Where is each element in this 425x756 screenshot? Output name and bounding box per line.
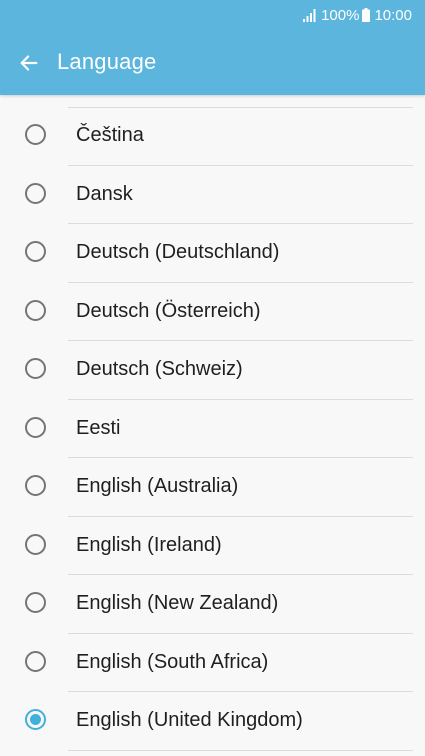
battery-percent: 100%	[321, 6, 360, 24]
list-divider	[68, 749, 413, 751]
radio-button[interactable]	[25, 416, 46, 438]
status-bar: 100% 10:00	[0, 0, 425, 30]
arrow-left-icon	[20, 55, 38, 71]
language-option[interactable]: English (Australia)	[0, 458, 425, 517]
language-label: English (Ireland)	[76, 533, 222, 556]
radio-button[interactable]	[25, 592, 46, 613]
top-bar: 100% 10:00 Language	[0, 0, 425, 95]
radio-button[interactable]	[25, 182, 46, 204]
language-option[interactable]: English (South Africa)	[0, 634, 425, 692]
language-option[interactable]: Eesti	[0, 400, 425, 458]
clock: 10:00	[374, 6, 412, 24]
language-label: Dansk	[76, 182, 133, 205]
radio-button[interactable]	[25, 475, 46, 496]
language-option[interactable]: Dansk	[0, 166, 425, 224]
back-button[interactable]	[12, 46, 46, 80]
radio-button[interactable]	[25, 533, 46, 555]
radio-button[interactable]	[25, 299, 46, 321]
language-label: English (New Zealand)	[76, 592, 279, 614]
language-option[interactable]: English (Ireland)	[0, 517, 425, 575]
language-label: English (Australia)	[76, 475, 239, 497]
signal-icon	[303, 9, 316, 22]
language-label: Deutsch (Österreich)	[76, 299, 261, 322]
language-option[interactable]: Čeština	[0, 107, 425, 166]
language-label: English (United Kingdom)	[76, 709, 303, 731]
language-label: Eesti	[76, 416, 121, 439]
radio-button[interactable]	[25, 124, 46, 145]
language-option[interactable]: English (United Kingdom)	[0, 692, 425, 751]
language-option[interactable]: English (New Zealand)	[0, 575, 425, 634]
app-bar: Language	[0, 30, 425, 95]
radio-button[interactable]	[25, 358, 46, 379]
language-label: Deutsch (Schweiz)	[76, 358, 243, 380]
battery-icon	[362, 8, 371, 22]
language-option[interactable]: Deutsch (Deutschland)	[0, 224, 425, 283]
language-label: English (South Africa)	[76, 650, 269, 673]
status-indicators: 100% 10:00	[303, 6, 412, 24]
language-option[interactable]: Deutsch (Schweiz)	[0, 341, 425, 400]
language-label: Čeština	[76, 124, 144, 146]
language-option[interactable]: Deutsch (Österreich)	[0, 283, 425, 341]
language-list: Čeština Dansk Deutsch (Deutschland) Deutsch…	[0, 107, 425, 751]
language-label: Deutsch (Deutschland)	[76, 241, 280, 263]
radio-button-checked[interactable]	[25, 709, 46, 730]
radio-button[interactable]	[25, 650, 46, 672]
radio-button[interactable]	[25, 241, 46, 262]
page-title: Language	[57, 49, 157, 74]
